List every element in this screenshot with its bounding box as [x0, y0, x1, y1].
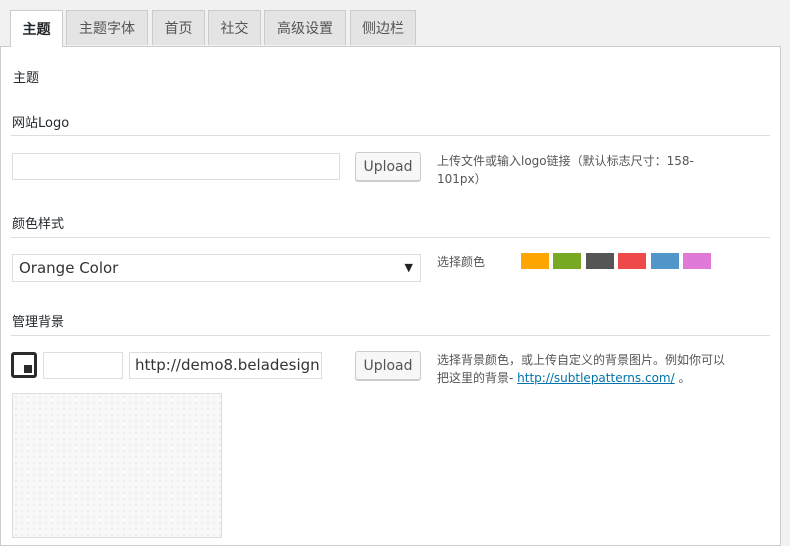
- swatch-orange[interactable]: [521, 253, 549, 269]
- background-upload-button[interactable]: Upload: [355, 351, 421, 380]
- tab-home[interactable]: 首页: [152, 10, 205, 45]
- chevron-down-icon: ▼: [404, 261, 413, 274]
- tab-bar: 主题 主题字体 首页 社交 高级设置 侧边栏: [0, 0, 790, 47]
- color-style-help: 选择颜色: [437, 255, 486, 269]
- tab-sidebar[interactable]: 侧边栏: [350, 10, 416, 45]
- tab-theme[interactable]: 主题: [10, 10, 63, 47]
- background-help-prefix: 把这里的背景-: [437, 371, 518, 385]
- logo-help-line1: 上传文件或输入logo链接（默认标志尺寸：158-: [437, 154, 694, 168]
- swatch-green[interactable]: [553, 253, 581, 269]
- color-style-section-title: 颜色样式: [12, 217, 65, 232]
- swatch-pink[interactable]: [683, 253, 711, 269]
- color-style-select[interactable]: Orange Color ▼: [12, 254, 421, 282]
- color-style-selected: Orange Color: [19, 259, 119, 277]
- swatch-blue[interactable]: [651, 253, 679, 269]
- tab-social[interactable]: 社交: [208, 10, 261, 45]
- background-help-suffix: 。: [674, 371, 691, 385]
- color-picker-icon[interactable]: [11, 352, 37, 378]
- divider: [11, 335, 770, 336]
- tab-advanced[interactable]: 高级设置: [264, 10, 346, 45]
- logo-help-text: 上传文件或输入logo链接（默认标志尺寸：158- 101px）: [437, 152, 727, 188]
- swatch-red[interactable]: [618, 253, 646, 269]
- subtlepatterns-link[interactable]: http://subtlepatterns.com/: [517, 371, 675, 385]
- background-help-line2: 把这里的背景- http://subtlepatterns.com/ 。: [437, 369, 767, 387]
- swatch-dark-gray[interactable]: [586, 253, 614, 269]
- logo-url-input[interactable]: [12, 153, 340, 180]
- tab-theme-fonts[interactable]: 主题字体: [66, 10, 148, 45]
- background-help-text: 选择背景颜色，或上传自定义的背景图片。例如你可以 把这里的背景- http://…: [437, 351, 767, 387]
- background-section-title: 管理背景: [12, 315, 65, 330]
- background-url-input[interactable]: http://demo8.beladesign.cc: [129, 352, 322, 379]
- logo-section-title: 网站Logo: [12, 116, 70, 131]
- panel-title: 主题: [13, 71, 40, 86]
- background-help-line1: 选择背景颜色，或上传自定义的背景图片。例如你可以: [437, 353, 726, 367]
- divider: [11, 135, 770, 136]
- background-color-input[interactable]: [43, 352, 123, 379]
- logo-help-line2: 101px）: [437, 172, 487, 186]
- background-preview-image: [12, 393, 222, 538]
- logo-upload-button[interactable]: Upload: [355, 152, 421, 181]
- divider: [11, 237, 770, 238]
- color-picker-corner: [24, 365, 32, 373]
